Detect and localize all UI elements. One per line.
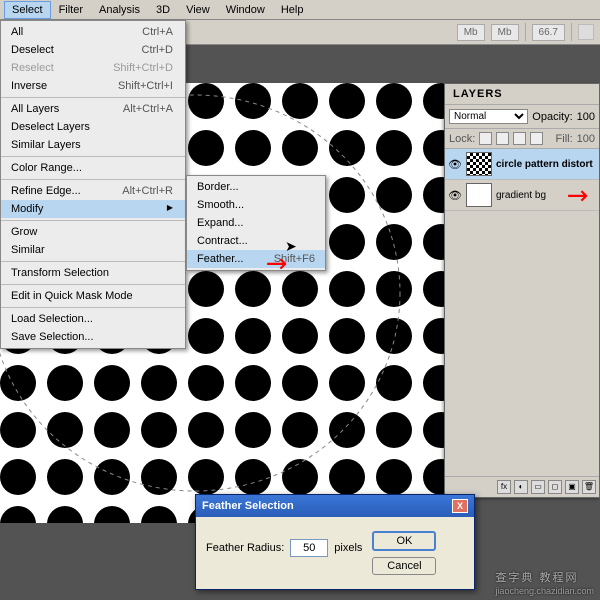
submenu-item-contract[interactable]: Contract... xyxy=(187,232,325,250)
menu-separator xyxy=(1,261,185,262)
menu-separator xyxy=(1,307,185,308)
layers-footer-icon-3[interactable]: ◻ xyxy=(548,480,562,494)
watermark: 查字典 教程网 jiaocheng.chazidian.com xyxy=(495,569,594,596)
menubar-item-filter[interactable]: Filter xyxy=(51,1,91,19)
zoom-value[interactable]: 66.7 xyxy=(532,24,565,41)
feather-selection-dialog: Feather Selection X Feather Radius: pixe… xyxy=(195,494,475,590)
layer-thumbnail[interactable] xyxy=(466,152,492,176)
layers-footer-icon-4[interactable]: ▣ xyxy=(565,480,579,494)
menu-separator xyxy=(1,179,185,180)
cursor-icon: ➤ xyxy=(285,238,297,255)
layer-row[interactable]: 👁 circle pattern distort xyxy=(445,149,599,180)
menu-item-modify[interactable]: Modify xyxy=(1,200,185,218)
menu-item-transform-selection[interactable]: Transform Selection xyxy=(1,264,185,282)
menu-separator xyxy=(1,284,185,285)
layers-tab[interactable]: LAYERS xyxy=(445,84,599,105)
submenu-item-smooth[interactable]: Smooth... xyxy=(187,196,325,214)
feather-radius-label: Feather Radius: xyxy=(206,542,284,554)
menu-item-inverse[interactable]: InverseShift+Ctrl+I xyxy=(1,77,185,95)
mb-box2[interactable]: Mb xyxy=(491,24,519,41)
submenu-item-border[interactable]: Border... xyxy=(187,178,325,196)
menu-separator xyxy=(1,97,185,98)
menu-item-reselect: ReselectShift+Ctrl+D xyxy=(1,59,185,77)
unit-label: pixels xyxy=(334,542,362,554)
menu-item-color-range[interactable]: Color Range... xyxy=(1,159,185,177)
cancel-button[interactable]: Cancel xyxy=(372,557,436,575)
dialog-titlebar[interactable]: Feather Selection X xyxy=(196,495,474,517)
fill-value[interactable]: 100 xyxy=(577,133,595,145)
feather-radius-input[interactable] xyxy=(290,539,328,557)
visibility-icon[interactable]: 👁 xyxy=(448,158,462,171)
separator xyxy=(525,23,526,41)
blend-mode-select[interactable]: Normal xyxy=(449,109,528,124)
layers-footer-icon-2[interactable]: ▭ xyxy=(531,480,545,494)
lock-pixels-icon[interactable] xyxy=(496,132,509,145)
menu-separator xyxy=(1,220,185,221)
menubar-item-help[interactable]: Help xyxy=(273,1,312,19)
menubar-item-analysis[interactable]: Analysis xyxy=(91,1,148,19)
menu-item-load-selection[interactable]: Load Selection... xyxy=(1,310,185,328)
layer-thumbnail[interactable] xyxy=(466,183,492,207)
opacity-value[interactable]: 100 xyxy=(577,111,595,123)
menu-item-grow[interactable]: Grow xyxy=(1,223,185,241)
visibility-icon[interactable]: 👁 xyxy=(448,189,462,202)
ok-button[interactable]: OK xyxy=(372,531,436,551)
submenu-item-feather[interactable]: Feather...Shift+F6 xyxy=(187,250,325,268)
menu-item-similar[interactable]: Similar xyxy=(1,241,185,259)
menu-item-save-selection[interactable]: Save Selection... xyxy=(1,328,185,346)
dialog-title: Feather Selection xyxy=(202,500,294,512)
select-menu-dropdown: AllCtrl+ADeselectCtrl+DReselectShift+Ctr… xyxy=(0,20,186,349)
menu-item-refine-edge[interactable]: Refine Edge...Alt+Ctrl+R xyxy=(1,182,185,200)
menubar-item-window[interactable]: Window xyxy=(218,1,273,19)
blend-mode-row: Normal Opacity: 100 xyxy=(445,105,599,129)
menubar-item-select[interactable]: Select xyxy=(4,1,51,19)
menubar-item-3d[interactable]: 3D xyxy=(148,1,178,19)
screen-mode-icon[interactable] xyxy=(578,24,594,40)
lock-label: Lock: xyxy=(449,133,475,145)
layers-footer-icon-0[interactable]: fx xyxy=(497,480,511,494)
lock-all-icon[interactable] xyxy=(530,132,543,145)
menu-item-edit-in-quick-mask-mode[interactable]: Edit in Quick Mask Mode xyxy=(1,287,185,305)
menu-item-deselect-layers[interactable]: Deselect Layers xyxy=(1,118,185,136)
menu-item-all-layers[interactable]: All LayersAlt+Ctrl+A xyxy=(1,100,185,118)
lock-position-icon[interactable] xyxy=(513,132,526,145)
menu-item-deselect[interactable]: DeselectCtrl+D xyxy=(1,41,185,59)
lock-row: Lock: Fill: 100 xyxy=(445,129,599,149)
menu-item-all[interactable]: AllCtrl+A xyxy=(1,23,185,41)
layers-panel: LAYERS Normal Opacity: 100 Lock: Fill: 1… xyxy=(444,83,600,498)
lock-transparent-icon[interactable] xyxy=(479,132,492,145)
submenu-item-expand[interactable]: Expand... xyxy=(187,214,325,232)
opacity-label: Opacity: xyxy=(532,111,572,123)
separator xyxy=(571,23,572,41)
mb-box[interactable]: Mb xyxy=(457,24,485,41)
layer-name[interactable]: circle pattern distort xyxy=(496,159,596,170)
modify-submenu: Border...Smooth...Expand...Contract...Fe… xyxy=(186,175,326,271)
menu-item-similar-layers[interactable]: Similar Layers xyxy=(1,136,185,154)
menubar: SelectFilterAnalysis3DViewWindowHelp xyxy=(0,0,600,20)
menubar-item-view[interactable]: View xyxy=(178,1,218,19)
layers-footer-icon-1[interactable]: ◐ xyxy=(514,480,528,494)
layers-empty-area xyxy=(445,211,599,476)
close-icon[interactable]: X xyxy=(452,499,468,513)
menu-separator xyxy=(1,156,185,157)
layers-footer-icon-5[interactable]: 🗑 xyxy=(582,480,596,494)
fill-label: Fill: xyxy=(556,133,573,145)
